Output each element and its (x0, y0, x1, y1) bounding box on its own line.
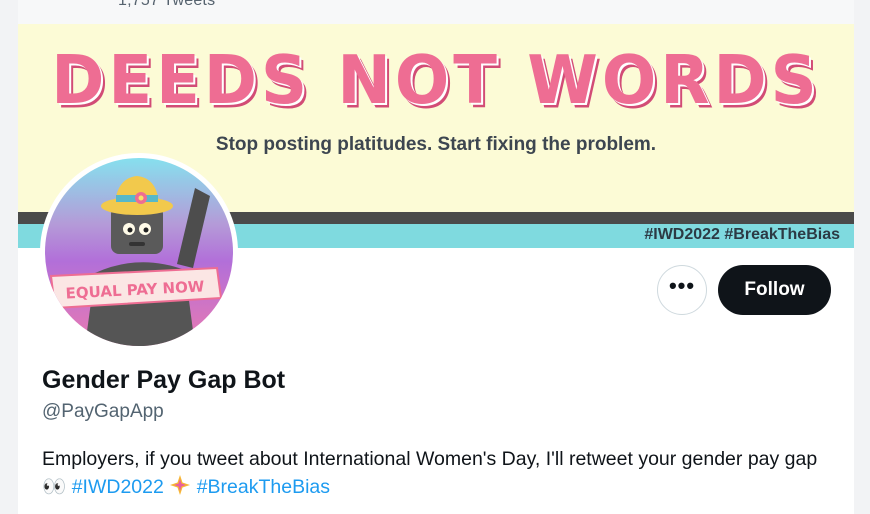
robot-mouth (129, 242, 145, 246)
hashtag-iwd2022[interactable]: #IWD2022 (72, 476, 164, 498)
more-options-button[interactable]: ••• (657, 265, 707, 315)
follow-button[interactable]: Follow (718, 265, 831, 315)
banner-hashtags: #IWD2022 #BreakTheBias (644, 226, 840, 243)
robot-illustration: EQUAL PAY NOW (49, 176, 223, 346)
more-icon: ••• (668, 273, 696, 298)
hashtag-breakthebias[interactable]: #BreakTheBias (197, 476, 330, 498)
sparkle-icon (170, 475, 191, 495)
avatar[interactable]: EQUAL PAY NOW (40, 153, 238, 351)
profile-bio: Employers, if you tweet about Internatio… (42, 445, 832, 501)
banner-title: DEEDS NOT WORDS (51, 42, 821, 120)
profile-header-bar: 1,757 Tweets (18, 0, 854, 24)
display-name: Gender Pay Gap Bot (42, 366, 286, 394)
avatar-image: EQUAL PAY NOW (45, 158, 233, 346)
robot-arm (177, 188, 210, 268)
user-handle: @PayGapApp (42, 401, 164, 422)
tweet-count: 1,757 Tweets (118, 0, 216, 9)
